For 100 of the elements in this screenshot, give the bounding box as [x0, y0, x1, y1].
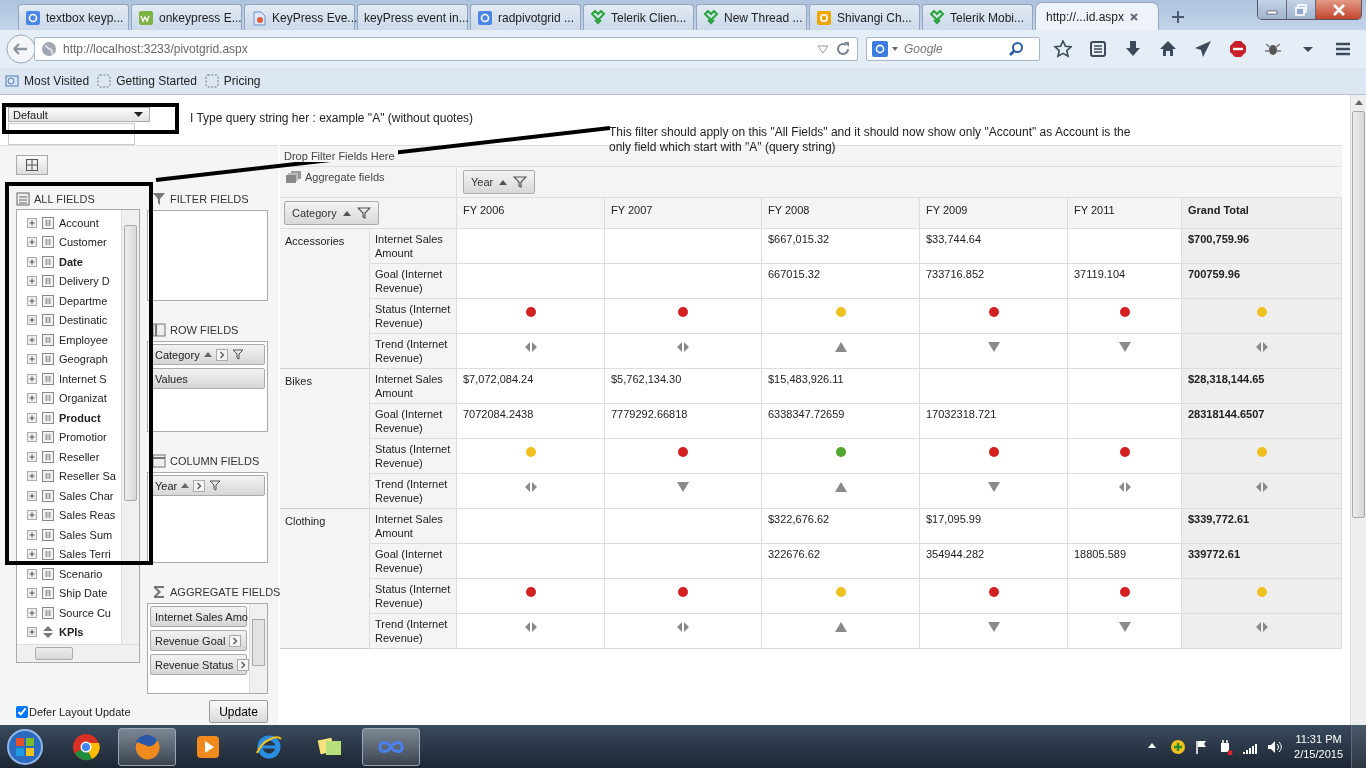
expand-icon[interactable] — [27, 471, 37, 482]
field-chip[interactable]: Year — [150, 475, 265, 496]
filter-icon[interactable] — [513, 176, 528, 188]
sort-icon[interactable] — [203, 352, 212, 357]
expand-icon[interactable] — [27, 490, 37, 501]
field-item[interactable]: Customer — [59, 236, 107, 249]
search-input[interactable]: Google — [904, 42, 1004, 56]
close-button[interactable] — [1316, 0, 1361, 19]
expand-icon[interactable] — [27, 217, 37, 228]
column-field-chip[interactable]: Year — [463, 170, 536, 194]
browser-tab[interactable]: textbox keyp... — [18, 4, 129, 30]
close-icon[interactable] — [1129, 11, 1140, 22]
field-chip[interactable]: Category — [150, 344, 265, 365]
field-item[interactable]: Promotior — [59, 431, 107, 444]
browser-tab[interactable]: onkeypress E... — [131, 4, 242, 30]
checkbox[interactable] — [16, 705, 28, 718]
checkbox-label[interactable]: Defer Layout Update — [29, 705, 131, 718]
menu-icon[interactable] — [1334, 40, 1352, 58]
expand-icon[interactable] — [27, 412, 37, 423]
expand-icon[interactable] — [27, 627, 37, 638]
field-item[interactable]: Destinatic — [59, 314, 108, 327]
sort-icon[interactable] — [499, 179, 508, 185]
field-item[interactable]: Delivery D — [59, 275, 110, 288]
minimize-button[interactable] — [1258, 0, 1287, 19]
bookmark-link[interactable]: Pricing — [204, 74, 261, 88]
expand-icon[interactable] — [27, 451, 37, 462]
bug-icon[interactable] — [1264, 40, 1282, 58]
chevron-icon[interactable] — [215, 348, 228, 361]
field-item[interactable]: Internet S — [59, 372, 107, 385]
expand-icon[interactable] — [27, 432, 37, 443]
field-item[interactable]: Date — [59, 255, 83, 268]
expand-icon[interactable] — [27, 315, 37, 326]
browser-tab[interactable]: Telerik Mobi... — [922, 4, 1033, 30]
expand-icon[interactable] — [27, 393, 37, 404]
expand-icon[interactable] — [27, 510, 37, 521]
star-icon[interactable] — [1054, 40, 1072, 58]
field-item[interactable]: Source Cu — [59, 606, 111, 619]
expand-icon[interactable] — [27, 529, 37, 540]
field-item[interactable]: Reseller Sa — [59, 470, 116, 483]
start-button[interactable] — [5, 726, 45, 767]
field-item[interactable]: Scenario — [59, 567, 103, 580]
scrollbar[interactable] — [249, 604, 267, 693]
browser-tab[interactable]: http://...id.aspx — [1035, 2, 1159, 30]
scrollbar[interactable] — [121, 210, 139, 645]
browser-tab[interactable]: Telerik Clien... — [583, 4, 694, 30]
expand-icon[interactable] — [27, 295, 37, 306]
stop-sign-icon[interactable] — [1229, 40, 1247, 58]
field-item[interactable]: Sales Reas — [59, 509, 116, 522]
google-icon[interactable] — [872, 41, 900, 57]
field-item[interactable]: Sales Terri — [59, 548, 111, 561]
expand-icon[interactable] — [27, 276, 37, 287]
browser-tab[interactable]: New Thread ... — [696, 4, 807, 30]
expand-icon[interactable] — [27, 237, 37, 248]
update-button[interactable]: Update — [209, 700, 268, 723]
sort-icon[interactable] — [181, 483, 190, 488]
browser-tab[interactable]: keyPress event in... — [357, 4, 468, 30]
field-chip[interactable]: Values — [150, 368, 265, 389]
clock[interactable]: 11:31 PM 2/15/2015 — [1294, 731, 1343, 762]
bookmark-link[interactable]: Most Visited — [5, 74, 90, 88]
back-button[interactable] — [6, 34, 36, 64]
power-icon[interactable] — [1218, 738, 1235, 755]
chevron-icon[interactable] — [229, 634, 242, 647]
filter-icon[interactable] — [231, 349, 244, 360]
expand-icon[interactable] — [27, 588, 37, 599]
field-chip[interactable]: Internet Sales Amo — [150, 606, 247, 627]
expand-icon[interactable] — [27, 334, 37, 345]
chevron-icon[interactable] — [193, 479, 206, 492]
download-icon[interactable] — [1124, 40, 1142, 58]
new-tab-icon[interactable] — [1171, 10, 1185, 24]
browser-tab[interactable]: Shivangi Ch... — [809, 4, 920, 30]
field-item[interactable]: Sales Char — [59, 489, 114, 502]
filter-icon[interactable] — [209, 480, 222, 491]
expand-icon[interactable] — [27, 373, 37, 384]
field-item[interactable]: Geograph — [59, 353, 108, 366]
reload-icon[interactable] — [835, 41, 851, 57]
field-chip[interactable]: Revenue Status — [150, 654, 247, 675]
field-item[interactable]: Employee — [59, 333, 108, 346]
send-icon[interactable] — [1194, 40, 1212, 58]
home-icon[interactable] — [1159, 40, 1177, 58]
field-item[interactable]: Account — [59, 216, 99, 229]
chevron-icon[interactable] — [237, 658, 250, 671]
expand-icon[interactable] — [27, 607, 37, 618]
plus-icon[interactable] — [1170, 738, 1187, 755]
field-item[interactable]: Ship Date — [59, 587, 108, 600]
search-icon[interactable] — [1008, 41, 1024, 57]
scrollbar[interactable] — [17, 644, 139, 662]
expand-icon[interactable] — [27, 256, 37, 267]
expand-icon[interactable] — [27, 354, 37, 365]
field-item[interactable]: Reseller — [59, 450, 100, 463]
list-icon[interactable] — [1089, 40, 1107, 58]
field-item[interactable]: KPIs — [59, 626, 84, 639]
search-field[interactable]: Google — [866, 37, 1040, 61]
bookmark-link[interactable]: Getting Started — [97, 74, 197, 88]
field-item[interactable]: Organizat — [59, 392, 107, 405]
expand-icon[interactable] — [27, 568, 37, 579]
browser-tab[interactable]: KeyPress Eve... — [244, 4, 355, 30]
view-dropdown[interactable]: Default — [8, 107, 150, 122]
filter-icon[interactable] — [356, 207, 371, 219]
field-chip[interactable]: Revenue Goal — [150, 630, 247, 651]
scroll-up-icon[interactable] — [1354, 100, 1363, 105]
